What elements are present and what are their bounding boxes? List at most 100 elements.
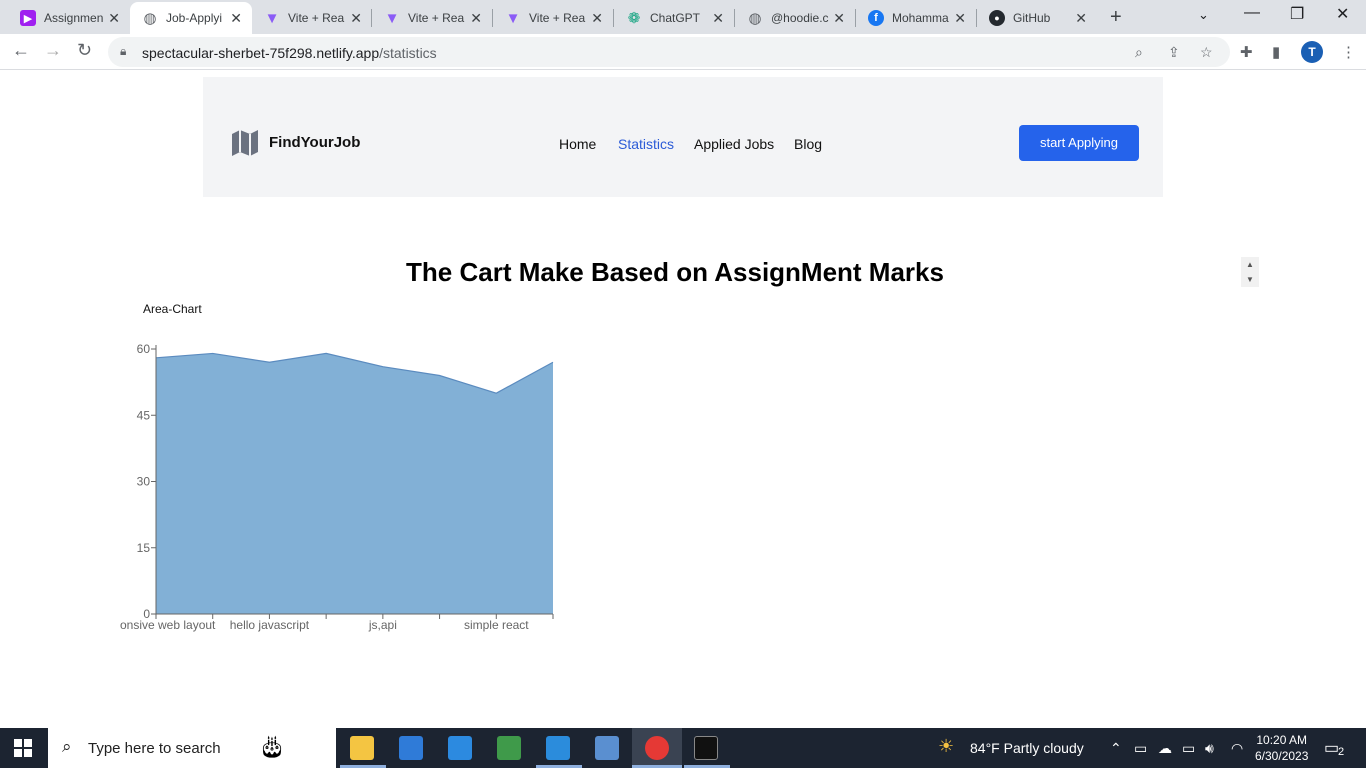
vscode-icon[interactable] <box>546 736 570 760</box>
store-icon[interactable] <box>399 736 423 760</box>
close-icon[interactable]: ✕ <box>591 10 603 27</box>
address-bar[interactable]: 🔒︎ spectacular-sherbet-75f298.netlify.ap… <box>108 37 1230 67</box>
browser-tab[interactable]: ◍ @hoodie.c ✕ <box>735 2 855 34</box>
search-icon: ⌕ <box>62 737 72 756</box>
vite-icon: ▼ <box>264 9 280 27</box>
close-icon[interactable]: ✕ <box>230 10 242 27</box>
forward-icon[interactable]: → <box>44 40 62 61</box>
window-close-icon[interactable]: ✕ <box>1336 4 1349 24</box>
close-icon[interactable]: ✕ <box>1075 10 1087 27</box>
x-tick-label: responsive web layout <box>120 618 216 632</box>
scroll-up-icon[interactable]: ▲ <box>1241 257 1259 272</box>
bookmark-star-icon[interactable]: ☆ <box>1200 44 1213 61</box>
close-icon[interactable]: ✕ <box>833 10 845 27</box>
taskbar-search-box[interactable]: ⌕ Type here to search 🎂︎ <box>48 728 336 768</box>
scroll-down-icon[interactable]: ▼ <box>1241 272 1259 287</box>
browser-tab[interactable]: ▼ Vite + Rea ✕ <box>252 2 372 34</box>
nav-link-applied-jobs[interactable]: Applied Jobs <box>694 136 774 152</box>
browser-toolbar: ← → ↻ 🔒︎ spectacular-sherbet-75f298.netl… <box>0 34 1366 70</box>
cloud-icon[interactable]: ☁︎ <box>1158 740 1172 757</box>
map-logo-icon <box>232 130 258 156</box>
area-chart: 015304560responsive web layouthello java… <box>120 342 554 632</box>
zoom-icon[interactable]: ⌕ <box>1135 44 1143 61</box>
clock-date: 6/30/2023 <box>1255 749 1309 763</box>
purple-play-icon: ▶ <box>20 10 36 26</box>
y-tick-label: 60 <box>137 342 151 356</box>
nav-link-home[interactable]: Home <box>559 136 596 152</box>
windows-taskbar: ⌕ Type here to search 🎂︎ ☀︎ 84°F Partly … <box>0 728 1366 768</box>
tab-title: Mohamma <box>892 11 949 25</box>
y-tick-label: 30 <box>137 475 151 489</box>
browser-tab[interactable]: ▼ Vite + Rea ✕ <box>493 2 613 34</box>
close-icon[interactable]: ✕ <box>470 10 482 27</box>
side-panel-icon[interactable]: ▮ <box>1272 43 1280 61</box>
scroll-arrows[interactable]: ▲ ▼ <box>1241 257 1259 287</box>
volume-icon[interactable]: 🔊︎ <box>1205 740 1214 757</box>
x-tick-label: simple react <box>464 618 529 632</box>
tab-title: @hoodie.c <box>771 11 829 25</box>
notification-count: 2 <box>1338 746 1345 758</box>
chart-label: Area-Chart <box>143 302 202 316</box>
github-icon: ● <box>989 10 1005 26</box>
close-icon[interactable]: ✕ <box>350 10 362 27</box>
browser-tab[interactable]: f Mohamma ✕ <box>856 2 976 34</box>
globe-icon: ◍ <box>143 10 157 27</box>
reload-icon[interactable]: ↻ <box>77 40 92 61</box>
chatgpt-icon: ❁ <box>627 10 641 27</box>
start-applying-button[interactable]: start Applying <box>1019 125 1139 161</box>
globe-icon: ◍ <box>748 10 762 27</box>
menu-kebab-icon[interactable]: ⋮ <box>1341 43 1356 61</box>
nav-link-statistics[interactable]: Statistics <box>618 136 674 152</box>
tab-title: ChatGPT <box>650 11 701 25</box>
extensions-icon[interactable]: ✚ <box>1240 43 1253 61</box>
y-tick-label: 15 <box>137 541 151 555</box>
notepad-icon[interactable] <box>497 736 521 760</box>
new-tab-icon[interactable]: + <box>1110 6 1122 29</box>
mail-icon[interactable] <box>448 736 472 760</box>
share-icon[interactable]: ⇪ <box>1168 44 1180 61</box>
close-icon[interactable]: ✕ <box>712 10 724 27</box>
minimize-icon[interactable]: — <box>1244 4 1260 22</box>
url-path: /statistics <box>379 45 437 61</box>
battery-icon[interactable]: ▭ <box>1182 740 1195 757</box>
notification-icon[interactable]: ▭ <box>1324 738 1339 758</box>
tab-search-chevron-icon[interactable]: ⌄ <box>1198 7 1209 23</box>
browser-tab-active[interactable]: ◍ Job-Applyi ✕ <box>130 2 252 34</box>
tab-title: Job-Applyi <box>166 11 223 25</box>
close-icon[interactable]: ✕ <box>108 10 120 27</box>
nav-link-blog[interactable]: Blog <box>794 136 822 152</box>
taskbar-search-placeholder: Type here to search <box>88 740 221 757</box>
tab-title: Vite + Rea <box>529 11 586 25</box>
close-icon[interactable]: ✕ <box>954 10 966 27</box>
browser-tabstrip: ▶ Assignmen ✕ ◍ Job-Applyi ✕ ▼ Vite + Re… <box>0 0 1366 34</box>
lock-icon: 🔒︎ <box>120 44 127 58</box>
wifi-icon[interactable]: ◠ <box>1231 740 1243 757</box>
file-explorer-icon[interactable] <box>350 736 374 760</box>
browser-tab[interactable]: ▼ Vite + Rea ✕ <box>372 2 492 34</box>
windows-start-icon[interactable] <box>14 739 32 757</box>
browser-tab[interactable]: ❁ ChatGPT ✕ <box>614 2 734 34</box>
app-icon[interactable] <box>595 736 619 760</box>
back-icon[interactable]: ← <box>12 40 30 61</box>
terminal-icon[interactable] <box>694 736 718 760</box>
vite-icon: ▼ <box>505 9 521 27</box>
birthday-cake-icon: 🎂︎ <box>258 734 286 759</box>
restore-icon[interactable]: ❐ <box>1290 4 1304 24</box>
brand-name[interactable]: FindYourJob <box>269 134 360 151</box>
chevron-up-icon[interactable]: ⌃ <box>1110 740 1122 757</box>
profile-avatar[interactable]: T <box>1301 41 1323 63</box>
tab-title: Assignmen <box>44 11 104 25</box>
weather-text[interactable]: 84°F Partly cloudy <box>970 740 1084 756</box>
url-host: spectacular-sherbet-75f298.netlify.app <box>142 45 380 61</box>
x-tick-label: hello javascript <box>230 618 310 632</box>
chrome-icon[interactable] <box>645 736 669 760</box>
meet-icon[interactable]: ▭ <box>1134 740 1147 757</box>
facebook-icon: f <box>868 10 884 26</box>
clock-time: 10:20 AM <box>1256 733 1308 747</box>
browser-tab[interactable]: ● GitHub ✕ <box>977 2 1097 34</box>
site-navbar: FindYourJob Home Statistics Applied Jobs… <box>203 77 1163 197</box>
tab-title: Vite + Rea <box>408 11 465 25</box>
page-title: The Cart Make Based on AssignMent Marks <box>406 257 944 287</box>
browser-tab[interactable]: ▶ Assignmen ✕ <box>8 2 130 34</box>
taskbar-clock[interactable]: 10:20 AM 6/30/2023 <box>1255 732 1308 764</box>
